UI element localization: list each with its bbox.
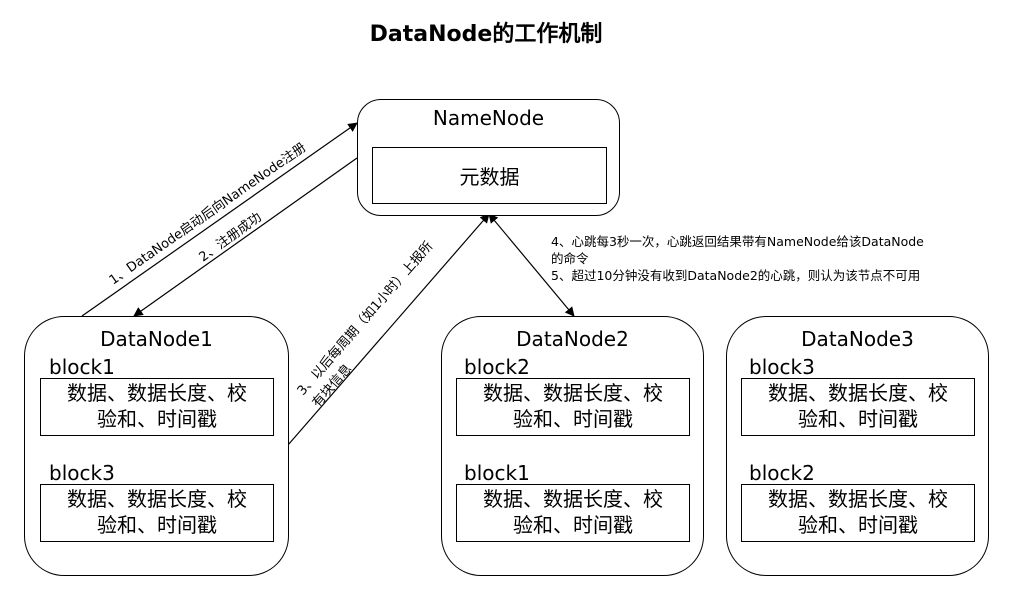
- datanode2-title: DataNode2: [516, 327, 629, 351]
- datanode1-block-b-line2: 验和、时间戳: [97, 513, 217, 537]
- register-arrow: [81, 122, 358, 317]
- datanode2-block-b-label: block1: [464, 461, 530, 485]
- heartbeat-notes: 4、心跳每3秒一次，心跳返回结果带有NameNode给该DataNode 的命令…: [551, 233, 924, 284]
- datanode2-block-a-line2: 验和、时间戳: [513, 407, 633, 431]
- datanode3-block-a-line1: 数据、数据长度、校: [768, 381, 948, 405]
- heartbeat-note-line3: 5、超过10分钟没有收到DataNode2的心跳，则认为该节点不可用: [551, 268, 921, 283]
- datanode3-block-a-line2: 验和、时间戳: [798, 407, 918, 431]
- datanode1-box: DataNode1 block1 数据、数据长度、校 验和、时间戳 block3…: [24, 316, 289, 576]
- datanode1-block-a-label: block1: [49, 355, 115, 379]
- datanode2-block-b-line2: 验和、时间戳: [513, 513, 633, 537]
- datanode3-block-b-line1: 数据、数据长度、校: [768, 487, 948, 511]
- datanode3-box: DataNode3 block3 数据、数据长度、校 验和、时间戳 block2…: [726, 316, 989, 576]
- heartbeat-note-line1: 4、心跳每3秒一次，心跳返回结果带有NameNode给该DataNode: [551, 234, 924, 249]
- namenode-title: NameNode: [432, 106, 545, 130]
- datanode1-block-a-content: 数据、数据长度、校 验和、时间戳: [40, 378, 274, 436]
- datanode3-block-b-content: 数据、数据长度、校 验和、时间戳: [741, 484, 975, 542]
- heartbeat-note-line2: 的命令: [551, 251, 589, 266]
- datanode2-block-a-line1: 数据、数据长度、校: [483, 381, 663, 405]
- datanode2-block-a-content: 数据、数据长度、校 验和、时间戳: [456, 378, 690, 436]
- datanode1-block-a-line1: 数据、数据长度、校: [67, 381, 247, 405]
- datanode1-block-b-label: block3: [49, 461, 115, 485]
- datanode2-box: DataNode2 block2 数据、数据长度、校 验和、时间戳 block1…: [441, 316, 704, 576]
- datanode1-block-b-line1: 数据、数据长度、校: [67, 487, 247, 511]
- metadata-box: 元数据: [372, 147, 607, 204]
- datanode2-block-b-content: 数据、数据长度、校 验和、时间戳: [456, 484, 690, 542]
- datanode1-block-a-line2: 验和、时间戳: [97, 407, 217, 431]
- block-report-label-line1: 3、以后每周期（如1小时）上报所: [294, 238, 436, 398]
- datanode3-block-a-content: 数据、数据长度、校 验和、时间戳: [741, 378, 975, 436]
- datanode1-block-b-content: 数据、数据长度、校 验和、时间戳: [40, 484, 274, 542]
- datanode2-block-a-label: block2: [464, 355, 530, 379]
- datanode1-title: DataNode1: [100, 327, 213, 351]
- datanode3-title: DataNode3: [801, 327, 914, 351]
- datanode3-block-a-label: block3: [749, 355, 815, 379]
- datanode2-block-b-line1: 数据、数据长度、校: [483, 487, 663, 511]
- datanode3-block-b-line2: 验和、时间戳: [798, 513, 918, 537]
- namenode-box: NameNode 元数据: [357, 99, 620, 216]
- datanode3-block-b-label: block2: [749, 461, 815, 485]
